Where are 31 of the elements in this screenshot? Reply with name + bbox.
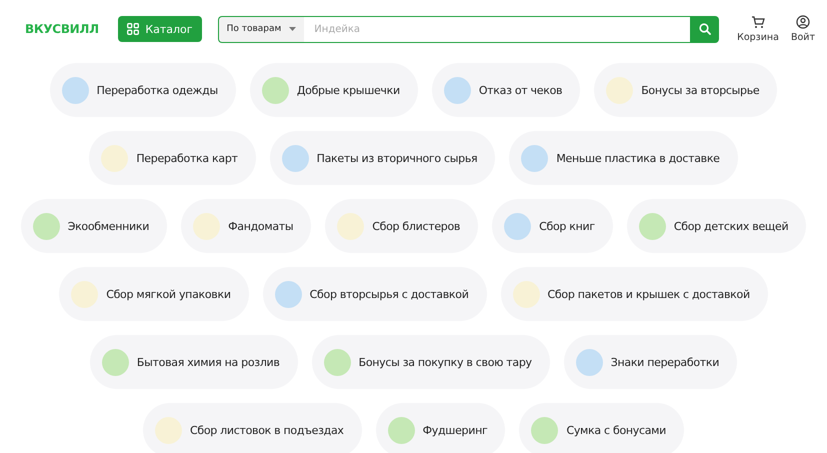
- search-button[interactable]: [690, 16, 720, 42]
- caret-icon: [289, 27, 296, 31]
- topic-chip[interactable]: Добрые крышечки: [250, 63, 418, 117]
- topic-chip[interactable]: Переработка карт: [89, 131, 256, 185]
- cart-button[interactable]: Корзина: [737, 16, 779, 42]
- topic-chip[interactable]: Пакеты из вторичного сырья: [270, 131, 496, 185]
- topic-chip[interactable]: Отказ от чеков: [432, 63, 580, 117]
- topic-chip[interactable]: Меньше пластика в доставке: [509, 131, 738, 185]
- topic-chip[interactable]: Сбор мягкой упаковки: [59, 267, 249, 321]
- topic-chip[interactable]: Сбор пакетов и крышек с доставкой: [500, 267, 768, 321]
- topic-chip[interactable]: Фандоматы: [181, 199, 312, 253]
- topic-chip[interactable]: Переработка одежды: [50, 63, 236, 117]
- topic-chip[interactable]: Знаки переработки: [564, 335, 738, 389]
- topic-chip[interactable]: Сбор вторсырья с доставкой: [262, 267, 487, 321]
- search-icon: [698, 23, 711, 35]
- topic-chip[interactable]: Бонусы за покупку в свою тару: [312, 335, 550, 389]
- topic-chip[interactable]: Сбор блистеров: [325, 199, 478, 253]
- grid-icon: [127, 23, 140, 35]
- topic-chip[interactable]: Сбор книг: [492, 199, 613, 253]
- cart-icon: [751, 16, 766, 28]
- topic-chip[interactable]: Сбор листовок в подъездах: [142, 403, 362, 453]
- topic-chip[interactable]: Фудшеринг: [376, 403, 506, 453]
- login-button[interactable]: Войт: [790, 15, 815, 43]
- topic-chip[interactable]: Бытовая химия на розлив: [90, 335, 298, 389]
- search-field[interactable]: Индейка: [304, 16, 690, 42]
- user-icon: [796, 15, 810, 29]
- scope-dropdown[interactable]: По товарам: [218, 16, 304, 42]
- topic-chip[interactable]: Экообменники: [20, 199, 168, 253]
- topic-chip[interactable]: Бонусы за вторсырье: [594, 63, 778, 117]
- topic-chip[interactable]: Сумка с бонусами: [519, 403, 684, 453]
- topic-chip[interactable]: Сбор детских вещей: [626, 199, 806, 253]
